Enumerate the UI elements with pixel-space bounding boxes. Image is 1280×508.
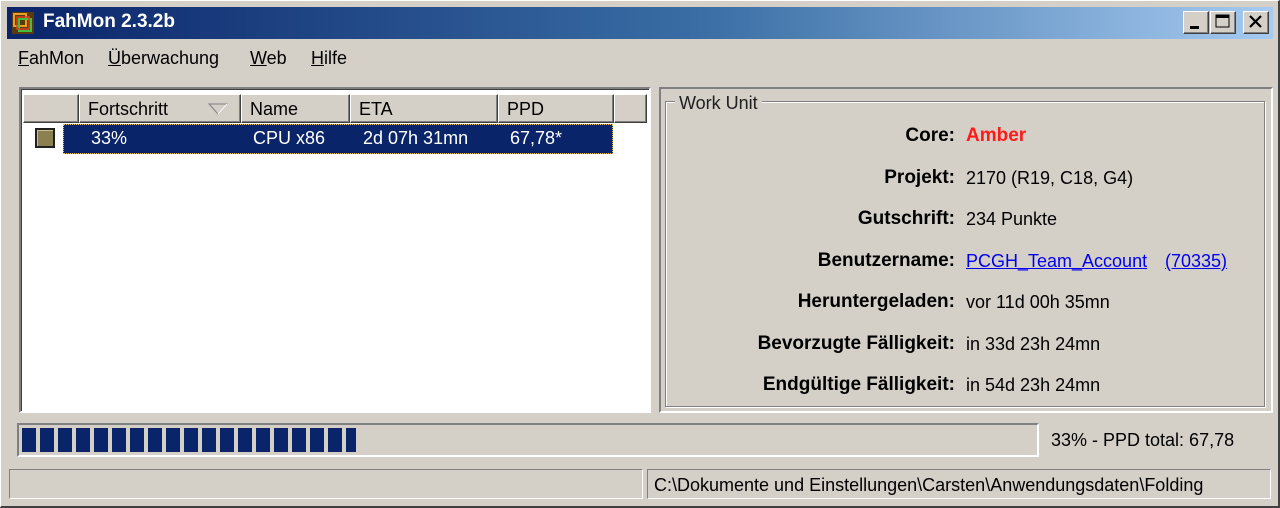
title-bar[interactable]: FahMon 2.3.2b <box>7 7 1273 39</box>
username-link[interactable]: PCGH_Team_Account <box>966 251 1147 272</box>
maximize-button[interactable] <box>1210 11 1236 34</box>
menu-fahmon[interactable]: FahMon <box>18 48 84 69</box>
maximize-icon <box>1215 14 1230 28</box>
column-header-name[interactable]: Name <box>241 94 350 123</box>
username-label: Benutzername: <box>817 250 955 271</box>
preferred-deadline-label: Bevorzugte Fälligkeit: <box>757 333 955 354</box>
preferred-deadline-value: in 33d 23h 24mn <box>966 334 1101 354</box>
fahmon-window: FahMon 2.3.2b FahMon Überwachung Web Hil… <box>0 0 1280 508</box>
row-name: CPU x86 <box>253 128 326 148</box>
row-eta: 2d 07h 31mn <box>363 128 469 148</box>
downloaded-label: Heruntergeladen: <box>797 291 955 312</box>
core-label: Core: <box>905 125 955 146</box>
menu-ueberwachung[interactable]: Überwachung <box>108 48 219 69</box>
row-progress: 33% <box>91 128 128 148</box>
menu-web[interactable]: Web <box>250 48 287 69</box>
client-status-icon <box>35 128 55 148</box>
table-row[interactable]: 33% CPU x86 2d 07h 31mn 67,78* <box>63 124 613 154</box>
fahmon-app-icon <box>12 12 34 34</box>
row-ppd: 67,78* <box>510 128 563 148</box>
column-header-filler <box>614 94 647 123</box>
column-header-progress[interactable]: Fortschritt <box>79 94 241 123</box>
menu-hilfe[interactable]: Hilfe <box>311 48 347 69</box>
sort-descending-icon <box>208 103 228 115</box>
progress-bar <box>17 423 1039 457</box>
column-header-status[interactable] <box>23 94 79 123</box>
minimize-button[interactable] <box>1183 11 1209 34</box>
final-deadline-label: Endgültige Fälligkeit: <box>762 374 955 395</box>
status-pane-path: C:\Dokumente und Einstellungen\Carsten\A… <box>647 469 1271 499</box>
project-label: Projekt: <box>884 167 955 188</box>
column-header-ppd[interactable]: PPD <box>498 94 614 123</box>
credit-label: Gutschrift: <box>857 208 955 229</box>
credit-value: 234 Punkte <box>966 209 1058 229</box>
downloaded-value: vor 11d 00h 35mn <box>966 292 1110 312</box>
window-title: FahMon 2.3.2b <box>43 11 175 32</box>
close-button[interactable] <box>1243 11 1269 34</box>
work-unit-legend: Work Unit <box>675 93 762 114</box>
status-bar: C:\Dokumente und Einstellungen\Carsten\A… <box>7 467 1273 501</box>
progress-summary: 33% - PPD total: 67,78 <box>1051 430 1235 450</box>
status-pane-left <box>9 469 643 499</box>
final-deadline-value: in 54d 23h 24mn <box>966 375 1101 395</box>
progress-fill <box>22 428 356 452</box>
progress-track <box>22 428 1034 452</box>
clients-list[interactable]: Fortschritt Name ETA PPD 33% CPU x86 2d … <box>19 87 651 413</box>
minimize-icon <box>1190 26 1199 29</box>
close-icon <box>1249 15 1262 28</box>
core-value: Amber <box>966 125 1027 146</box>
team-link[interactable]: (70335) <box>1165 251 1227 272</box>
menu-bar: FahMon Überwachung Web Hilfe <box>7 45 1273 73</box>
project-value: 2170 (R19, C18, G4) <box>966 168 1134 188</box>
column-header-eta[interactable]: ETA <box>350 94 498 123</box>
